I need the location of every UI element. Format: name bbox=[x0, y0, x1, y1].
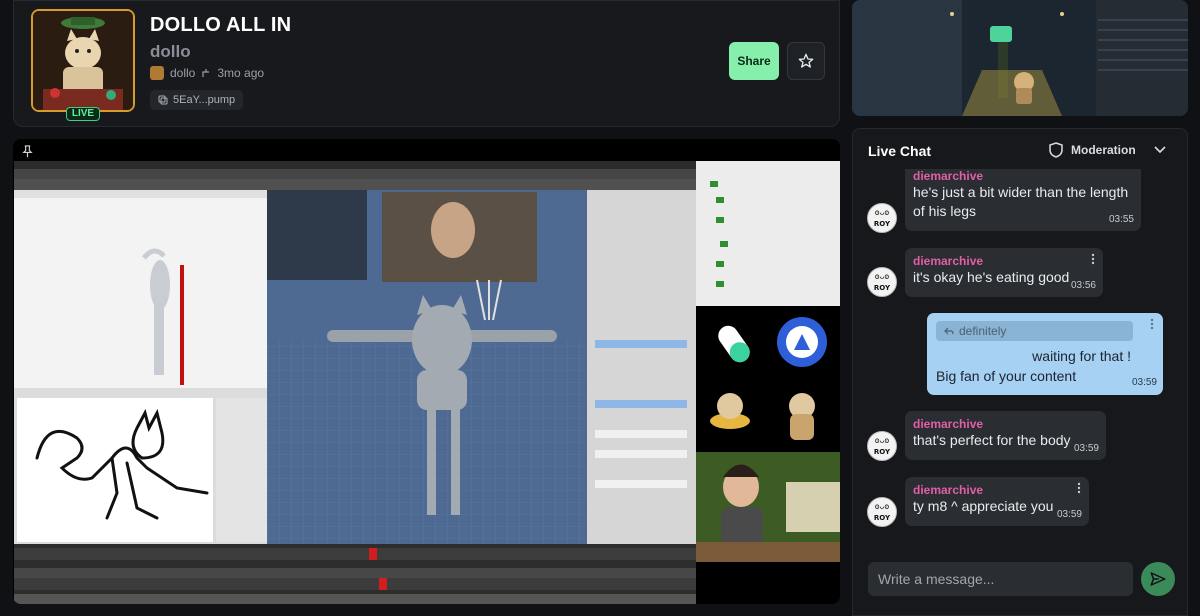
own-chat-bubble: definitely waiting for that ! Big fan of… bbox=[927, 313, 1163, 395]
live-chat-panel: Live Chat Moderation ʘᴗʘ ROY diemarchive bbox=[852, 128, 1188, 616]
message-username[interactable]: diemarchive bbox=[913, 417, 1098, 431]
avatar-text: ROY bbox=[873, 514, 891, 522]
message-time: 03:56 bbox=[1070, 280, 1096, 291]
sprout-icon bbox=[202, 69, 210, 77]
send-icon bbox=[1150, 572, 1166, 586]
contract-address: 5EaY...pump bbox=[173, 94, 236, 106]
chat-title: Live Chat bbox=[868, 143, 932, 159]
app-toolbar bbox=[14, 179, 696, 190]
stream-preview-thumbnail[interactable] bbox=[852, 0, 1188, 116]
stream-video-frame bbox=[14, 161, 696, 604]
viewport-3d-rig bbox=[267, 190, 587, 544]
reply-icon bbox=[944, 327, 954, 335]
share-button[interactable]: Share bbox=[729, 42, 779, 80]
avatar[interactable]: ʘᴗʘ ROY bbox=[867, 267, 897, 297]
app-workspace-tabs bbox=[14, 169, 696, 179]
avatar-text: ROY bbox=[873, 220, 891, 228]
chat-bubble: diemarchive that's perfect for the body … bbox=[905, 411, 1106, 460]
send-button[interactable] bbox=[1141, 562, 1175, 596]
page: LIVE DOLLO ALL IN dollo dollo 3mo ago 5E… bbox=[0, 0, 1200, 616]
coin-header: LIVE DOLLO ALL IN dollo dollo 3mo ago 5E… bbox=[13, 0, 840, 127]
message-text: that's perfect for the body bbox=[913, 432, 1071, 448]
avatar[interactable]: ʘᴗʘ ROY bbox=[867, 497, 897, 527]
chat-message-list: ʘᴗʘ ROY diemarchive he's just a bit wide… bbox=[853, 169, 1187, 541]
chat-header: Live Chat Moderation bbox=[853, 129, 1187, 169]
message-time: 03:55 bbox=[1108, 214, 1134, 225]
favorite-button[interactable] bbox=[787, 42, 825, 80]
message-time: 03:59 bbox=[1073, 443, 1099, 454]
viewport-character-side bbox=[14, 190, 267, 388]
message-text: he's just a bit wider than the length bbox=[913, 184, 1129, 200]
message-time: 03:59 bbox=[1131, 377, 1157, 388]
creator-avatar[interactable] bbox=[150, 66, 164, 80]
live-badge: LIVE bbox=[66, 107, 100, 121]
reply-preview-text: definitely bbox=[959, 324, 1007, 338]
stream-scene-cartoon bbox=[696, 452, 840, 562]
livestream-player[interactable] bbox=[13, 139, 840, 604]
message-username[interactable]: diemarchive bbox=[913, 483, 1081, 497]
chat-bubble: diemarchive it's okay he's eating good 0… bbox=[905, 248, 1103, 297]
outliner-panel bbox=[696, 161, 840, 306]
message-text: it's okay he's eating good bbox=[913, 269, 1070, 285]
moderation-label: Moderation bbox=[1071, 143, 1136, 157]
avatar[interactable]: ʘᴗʘ ROY bbox=[867, 431, 897, 461]
chat-bubble: diemarchive he's just a bit wider than t… bbox=[905, 169, 1141, 231]
creator-name[interactable]: dollo bbox=[170, 66, 195, 80]
star-icon bbox=[798, 53, 814, 68]
app-menubar bbox=[14, 161, 696, 169]
more-vertical-icon[interactable] bbox=[1091, 253, 1095, 265]
drawing-canvas bbox=[17, 398, 213, 542]
avatar-face: ʘᴗʘ bbox=[874, 436, 890, 445]
more-vertical-icon[interactable] bbox=[1077, 482, 1081, 494]
chevron-down-icon[interactable] bbox=[1153, 142, 1167, 156]
coin-ticker: dollo bbox=[150, 42, 191, 61]
reply-preview[interactable]: definitely bbox=[936, 321, 1133, 341]
coin-avatar[interactable] bbox=[31, 9, 135, 112]
moderation-button[interactable]: Moderation bbox=[1049, 141, 1136, 159]
avatar-face: ʘᴗʘ bbox=[874, 208, 890, 217]
more-vertical-icon[interactable] bbox=[1150, 318, 1154, 330]
avatar-face: ʘᴗʘ bbox=[874, 502, 890, 511]
coin-avatar-image bbox=[33, 11, 133, 110]
animation-timeline bbox=[14, 544, 696, 604]
message-username[interactable]: diemarchive bbox=[913, 169, 1133, 183]
copy-icon bbox=[158, 95, 168, 105]
shield-icon bbox=[1049, 142, 1063, 158]
chat-message-input[interactable] bbox=[868, 562, 1133, 596]
drawing-sidebar bbox=[216, 398, 267, 542]
message-text: waiting for that ! bbox=[1032, 348, 1131, 364]
coin-title: DOLLO ALL IN bbox=[150, 14, 292, 36]
avatar-text: ROY bbox=[873, 284, 891, 292]
creator-row: dollo 3mo ago bbox=[150, 65, 264, 81]
message-text: ty m8 ^ appreciate you bbox=[913, 498, 1054, 514]
emote-grid bbox=[696, 306, 840, 452]
pin-icon[interactable] bbox=[21, 145, 34, 158]
message-text: of his legs bbox=[913, 203, 977, 219]
message-time: 03:59 bbox=[1056, 509, 1082, 520]
message-username[interactable]: diemarchive bbox=[913, 254, 1095, 268]
chat-bubble: diemarchive ty m8 ^ appreciate you 03:59 bbox=[905, 477, 1089, 526]
avatar-text: ROY bbox=[873, 448, 891, 456]
avatar-face: ʘᴗʘ bbox=[874, 272, 890, 281]
drawing-panel bbox=[14, 388, 267, 544]
avatar[interactable]: ʘᴗʘ ROY bbox=[867, 203, 897, 233]
properties-panel bbox=[587, 190, 696, 544]
message-text: Big fan of your content bbox=[936, 368, 1077, 384]
contract-address-chip[interactable]: 5EaY...pump bbox=[150, 90, 244, 110]
coin-age: 3mo ago bbox=[217, 66, 265, 80]
